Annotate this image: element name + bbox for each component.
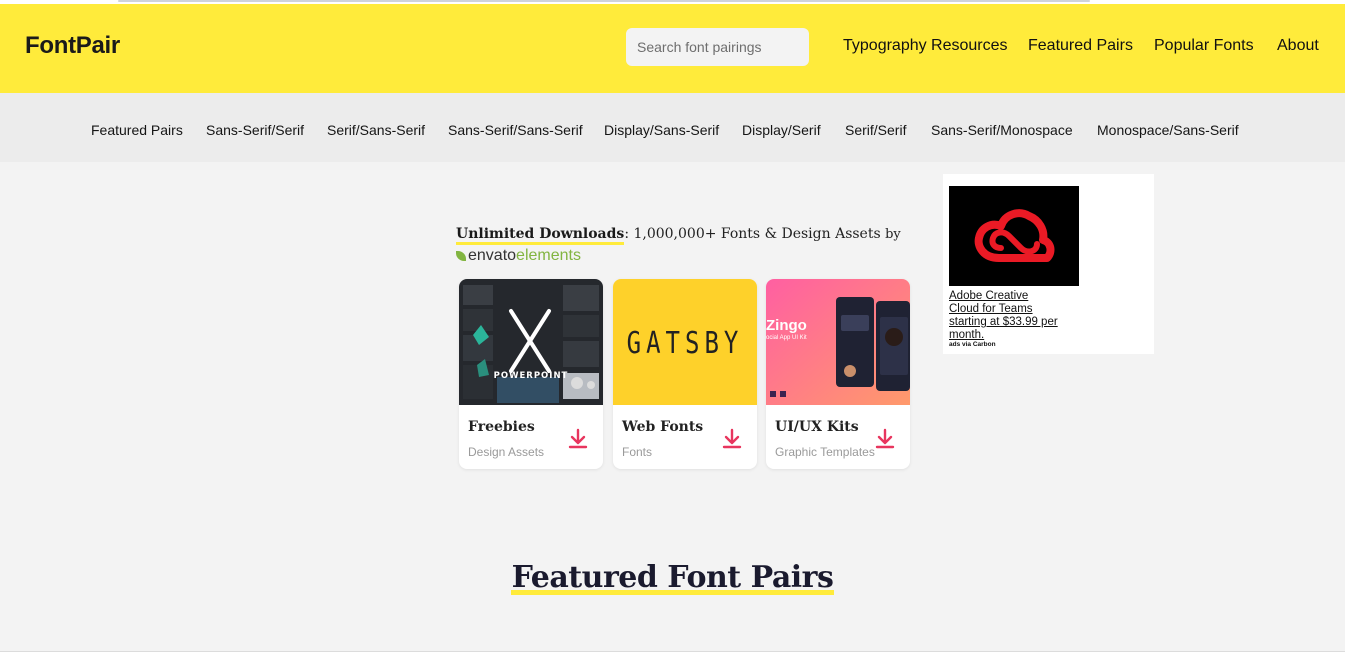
ad-text[interactable]: Adobe Creative Cloud for Teams starting … — [949, 290, 1059, 342]
promo-headline: Unlimited Downloads: 1,000,000+ Fonts & … — [456, 226, 901, 245]
promo-headline-strong[interactable]: Unlimited Downloads — [456, 226, 625, 245]
thumb-brand: Zingo — [766, 317, 807, 334]
envato-leaf-icon — [456, 251, 466, 261]
nav-about[interactable]: About — [1277, 37, 1319, 55]
promo-card-freebies[interactable]: POWERPOINT Freebies Design Assets — [459, 279, 603, 469]
creative-cloud-icon — [974, 209, 1055, 262]
category-display-serif[interactable]: Display/Serif — [742, 122, 821, 138]
card-subtitle: Design Assets — [468, 445, 545, 459]
site-logo[interactable]: FontPair — [25, 32, 120, 60]
promo-card-web-fonts[interactable]: GATSBY Web Fonts Fonts — [613, 279, 757, 469]
scroll-indicator — [118, 0, 1090, 2]
ad-image[interactable] — [949, 186, 1079, 286]
card-title: UI/UX Kits — [775, 419, 859, 435]
featured-section: Featured Font Pairs — [0, 560, 1345, 595]
site-header: FontPair Typography Resources Featured P… — [0, 4, 1345, 93]
nav-typography-resources[interactable]: Typography Resources — [843, 37, 1008, 55]
search-input[interactable] — [626, 28, 809, 66]
envato-elements-logo[interactable]: envato elements — [456, 247, 581, 265]
zingo-thumbnail — [766, 279, 910, 405]
envato-logo-a: envato — [468, 247, 517, 264]
nav-popular-fonts[interactable]: Popular Fonts — [1154, 37, 1254, 55]
category-display-sans-serif[interactable]: Display/Sans-Serif — [604, 122, 719, 138]
category-sans-serif-monospace[interactable]: Sans-Serif/Monospace — [931, 122, 1073, 138]
promo-by: by — [885, 227, 901, 242]
powerpoint-thumbnail — [459, 279, 603, 405]
download-icon[interactable] — [721, 427, 743, 449]
promo-card-ui-ux-kits[interactable]: Zingo ocial App UI Kit UI/UX Kits Graphi… — [766, 279, 910, 469]
category-serif-serif[interactable]: Serif/Serif — [845, 122, 906, 138]
card-thumbnail: Zingo ocial App UI Kit — [766, 279, 910, 405]
thumb-brand-sub: ocial App UI Kit — [766, 335, 807, 341]
carbon-ad: Adobe Creative Cloud for Teams starting … — [943, 174, 1154, 354]
card-title: Freebies — [468, 419, 535, 435]
card-subtitle: Graphic Templates — [775, 445, 875, 459]
featured-title: Featured Font Pairs — [510, 560, 835, 595]
nav-featured-pairs[interactable]: Featured Pairs — [1028, 37, 1133, 55]
promo-headline-rest: : 1,000,000+ Fonts & Design Assets — [624, 226, 881, 242]
ad-via[interactable]: ads via Carbon — [949, 341, 996, 348]
thumb-wordmark: GATSBY — [626, 325, 744, 361]
thumb-caption: POWERPOINT — [493, 371, 569, 381]
card-subtitle: Fonts — [622, 445, 653, 459]
card-thumbnail: GATSBY — [613, 279, 757, 405]
card-title: Web Fonts — [622, 419, 704, 435]
category-nav: Featured Pairs Sans-Serif/Serif Serif/Sa… — [0, 93, 1345, 162]
category-featured-pairs[interactable]: Featured Pairs — [91, 122, 183, 138]
category-sans-serif-serif[interactable]: Sans-Serif/Serif — [206, 122, 304, 138]
category-sans-serif-sans-serif[interactable]: Sans-Serif/Sans-Serif — [448, 122, 583, 138]
category-monospace-sans-serif[interactable]: Monospace/Sans-Serif — [1097, 122, 1239, 138]
download-icon[interactable] — [874, 427, 896, 449]
card-thumbnail: POWERPOINT — [459, 279, 603, 405]
category-serif-sans-serif[interactable]: Serif/Sans-Serif — [327, 122, 425, 138]
download-icon[interactable] — [567, 427, 589, 449]
envato-logo-b: elements — [516, 247, 581, 264]
